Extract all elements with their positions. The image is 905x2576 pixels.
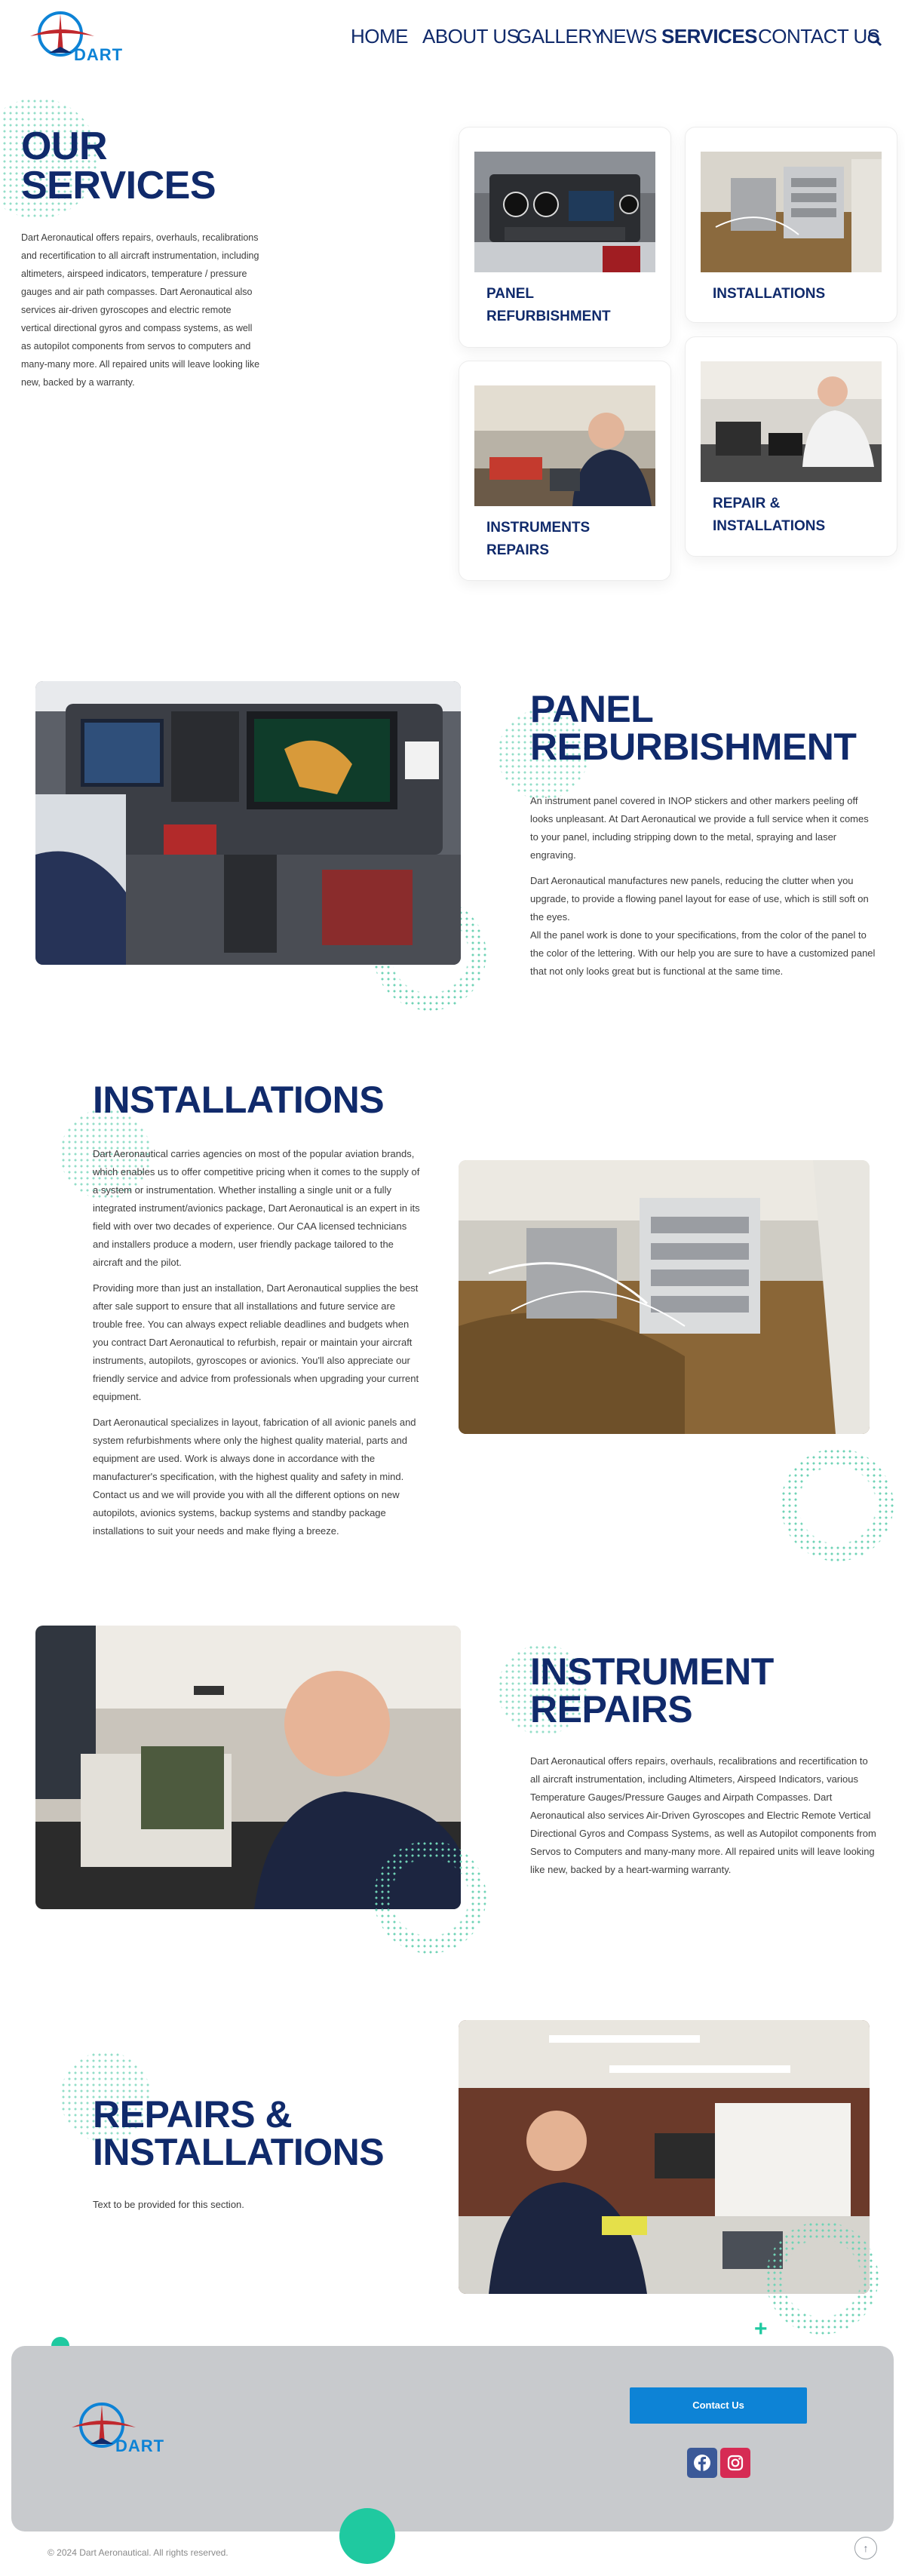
nav-home[interactable]: HOME [351,25,409,48]
hero-text: Dart Aeronautical offers repairs, overha… [21,232,260,388]
installations-section-text: Dart Aeronautical carries agencies on mo… [93,1148,420,1537]
page-title: OUR SERVICES [21,124,216,207]
nav-services[interactable]: SERVICES [661,25,758,48]
panel-refurbishment-image [35,681,461,965]
card-label: PANEL REFURBISHMENT [486,286,611,324]
contact-us-button[interactable]: Contact Us [630,2387,807,2424]
footer-logo[interactable]: DART [64,2399,170,2459]
service-card-installations[interactable]: INSTALLATIONS [685,127,897,323]
repairs-section-text: Text to be provided for this section. [93,2199,244,2210]
plus-icon: + [754,2317,768,2341]
card-label: INSTRUMENTS REPAIRS [486,520,591,558]
panel-section-title: PANEL REBURBISHMENT [530,688,857,768]
nav-gallery[interactable]: GALLERY [517,25,604,48]
nav-news[interactable]: NEWS [600,25,658,48]
site-logo[interactable]: DART [23,8,128,68]
card-label: REPAIR & INSTALLATIONS [713,496,826,534]
instrument-section-title: INSTRUMENT REPAIRS [530,1650,774,1730]
instagram-icon[interactable] [720,2448,750,2478]
repairs-section-title: REPAIRS & INSTALLATIONS [93,2093,385,2173]
repair-thumb-image [701,361,882,482]
nav-about-us[interactable]: ABOUT US [422,25,520,48]
footer-brand-name: DART [115,2436,165,2455]
facebook-icon[interactable] [687,2448,717,2478]
brand-name: DART [74,45,124,64]
installations-section-title: INSTALLATIONS [93,1079,385,1121]
search-icon[interactable] [867,32,882,47]
panel-thumb-image [474,152,655,272]
nav-contact-us[interactable]: CONTACT US [758,25,880,48]
copyright-text: © 2024 Dart Aeronautical. All rights res… [48,2547,229,2558]
service-card-panel[interactable]: PANEL REFURBISHMENT [459,127,671,348]
instrument-section-text: Dart Aeronautical offers repairs, overha… [530,1755,876,1875]
panel-section-text: An instrument panel covered in INOP stic… [530,795,876,977]
instruments-thumb-image [474,385,655,506]
decor-ring [781,1448,894,1561]
decor-dot-large [339,2508,395,2564]
installations-image [459,1160,870,1434]
decor-ring [765,2221,879,2335]
installations-thumb-image [701,152,882,272]
card-label: INSTALLATIONS [713,286,826,302]
decor-ring [373,1841,486,1954]
back-to-top-icon[interactable]: ↑ [854,2537,877,2559]
service-card-repair[interactable]: REPAIR & INSTALLATIONS [685,336,897,557]
service-card-instruments[interactable]: INSTRUMENTS REPAIRS [459,361,671,581]
